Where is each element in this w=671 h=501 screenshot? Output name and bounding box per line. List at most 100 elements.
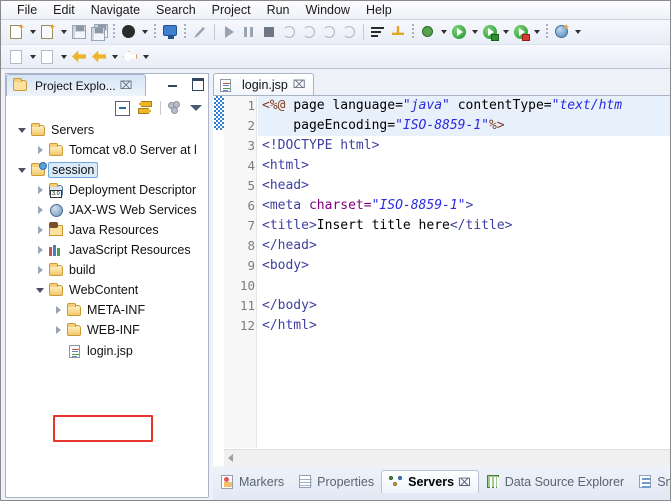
code-line: pageEncoding="ISO-8859-1"%> <box>258 116 671 136</box>
tree-item-login-jsp[interactable]: login.jsp <box>7 340 207 362</box>
debug-bug-icon[interactable] <box>418 22 438 42</box>
save-all-icon[interactable] <box>89 22 109 42</box>
tree-item-jax-ws-web-services[interactable]: JAX-WS Web Services <box>7 200 207 220</box>
dotted-separator <box>113 24 115 40</box>
menu-item-edit[interactable]: Edit <box>45 2 83 18</box>
new-class-icon[interactable]: ✦ <box>38 22 58 42</box>
disconnect-icon <box>279 22 299 42</box>
editor-horizontal-scrollbar[interactable] <box>224 449 671 466</box>
close-icon[interactable]: ⌧ <box>458 477 471 488</box>
tree-item-deployment-descriptor[interactable]: 3.0 Deployment Descriptor <box>7 180 207 200</box>
chevron-down-icon[interactable] <box>58 22 69 42</box>
validate-icon <box>7 47 27 67</box>
tree-item-javascript-resources[interactable]: JavaScript Resources <box>7 240 207 260</box>
tree-item-tomcat-server[interactable]: Tomcat v8.0 Server at l <box>7 140 207 160</box>
tree-item-meta-inf[interactable]: META-INF <box>7 300 207 320</box>
tab-snippets[interactable]: Sni <box>631 470 671 493</box>
menu-item-search[interactable]: Search <box>148 2 204 18</box>
chevron-down-icon[interactable] <box>27 47 38 67</box>
person-icon[interactable] <box>119 22 139 42</box>
new-file-icon[interactable]: ✦ <box>7 22 27 42</box>
scroll-left-icon[interactable] <box>228 454 233 462</box>
twisty-icon[interactable] <box>35 245 46 256</box>
chevron-down-icon[interactable] <box>140 47 151 67</box>
tree-item-servers[interactable]: Servers <box>7 120 207 140</box>
tree-item-build[interactable]: build <box>7 260 207 280</box>
filters-icon[interactable] <box>168 101 183 116</box>
menu-item-navigate[interactable]: Navigate <box>83 2 148 18</box>
menu-item-project[interactable]: Project <box>204 2 259 18</box>
link-with-editor-icon[interactable] <box>137 101 153 115</box>
maximize-icon[interactable] <box>190 76 204 90</box>
menu-item-help[interactable]: Help <box>358 2 400 18</box>
twisty-icon[interactable] <box>35 285 46 296</box>
collapse-all-icon[interactable] <box>115 101 130 116</box>
chevron-down-icon[interactable] <box>572 22 583 42</box>
open-task-icon[interactable] <box>388 22 408 42</box>
tree-item-webcontent[interactable]: WebContent <box>7 280 207 300</box>
run-server-icon[interactable] <box>480 22 500 42</box>
chevron-down-icon[interactable] <box>58 47 69 67</box>
tab-project-explorer[interactable]: Project Explo... ⌧ <box>6 74 146 96</box>
tab-data-source-explorer[interactable]: Data Source Explorer <box>479 470 632 493</box>
chevron-down-icon[interactable] <box>109 47 120 67</box>
menu-item-file[interactable]: File <box>9 2 45 18</box>
forward-arrow-icon[interactable] <box>120 47 140 67</box>
snippets-icon <box>638 475 653 489</box>
tree-item-label: build <box>69 263 95 277</box>
tree-item-java-resources[interactable]: Java Resources <box>7 220 207 240</box>
console-icon[interactable] <box>160 22 180 42</box>
back-to-edit-icon[interactable] <box>69 47 89 67</box>
code-text-area[interactable]: <%@ page language="java" contentType="te… <box>258 96 671 448</box>
tree-item-label: session <box>48 162 98 178</box>
open-type-icon[interactable] <box>368 22 388 42</box>
chevron-down-icon[interactable] <box>139 22 150 42</box>
twisty-icon[interactable] <box>17 165 28 176</box>
project-explorer-icon <box>12 79 27 93</box>
twisty-icon[interactable] <box>17 125 28 136</box>
chevron-down-icon[interactable] <box>27 22 38 42</box>
tree-item-web-inf[interactable]: WEB-INF <box>7 320 207 340</box>
menu-item-window[interactable]: Window <box>298 2 358 18</box>
books-icon <box>48 243 65 258</box>
code-token: </title> <box>450 218 513 233</box>
line-number-gutter: 1 2 3 4 5 6 7 8 9 10 11 12 <box>224 96 257 448</box>
twisty-icon[interactable] <box>53 325 64 336</box>
run-green-icon[interactable] <box>449 22 469 42</box>
chevron-down-icon[interactable] <box>469 22 480 42</box>
close-icon[interactable]: ⌧ <box>293 79 306 90</box>
editor-body: 1 2 3 4 5 6 7 8 9 10 11 12 <%@ page lang… <box>213 95 671 466</box>
tab-servers[interactable]: Servers ⌧ <box>381 470 479 493</box>
twisty-icon[interactable] <box>35 205 46 216</box>
project-tree[interactable]: Servers Tomcat v8.0 Server at l session … <box>7 120 207 496</box>
chevron-down-icon[interactable] <box>500 22 511 42</box>
tree-item-session[interactable]: session <box>7 160 207 180</box>
chevron-down-icon[interactable] <box>531 22 542 42</box>
minimize-icon[interactable] <box>166 76 180 90</box>
twisty-icon[interactable] <box>35 265 46 276</box>
external-tools-icon[interactable] <box>511 22 531 42</box>
save-icon[interactable] <box>69 22 89 42</box>
menu-item-run[interactable]: Run <box>259 2 298 18</box>
tab-properties[interactable]: Properties <box>291 470 381 493</box>
chevron-down-icon[interactable] <box>438 22 449 42</box>
skip-breakpoints-icon[interactable] <box>190 22 210 42</box>
twisty-icon[interactable] <box>53 305 64 316</box>
twisty-icon[interactable] <box>35 145 46 156</box>
code-line: <meta charset="ISO-8859-1"> <box>258 196 671 216</box>
marker-overview-bar[interactable] <box>213 96 224 466</box>
tab-login-jsp[interactable]: login.jsp ⌧ <box>213 73 314 95</box>
tree-item-label: Tomcat v8.0 Server at l <box>69 143 197 157</box>
code-token: > <box>466 198 474 213</box>
code-token: "java" <box>403 98 450 113</box>
back-arrow-icon[interactable] <box>89 47 109 67</box>
twisty-icon[interactable] <box>35 225 46 236</box>
tab-markers[interactable]: Markers <box>213 470 291 493</box>
web-globe-icon[interactable]: ✦ <box>552 22 572 42</box>
jax-ws-icon <box>48 203 65 218</box>
twisty-icon[interactable] <box>35 185 46 196</box>
code-token: <meta <box>262 198 309 213</box>
java-resources-icon <box>48 223 65 238</box>
close-icon[interactable]: ⌧ <box>120 80 133 91</box>
view-menu-icon[interactable] <box>190 105 202 111</box>
